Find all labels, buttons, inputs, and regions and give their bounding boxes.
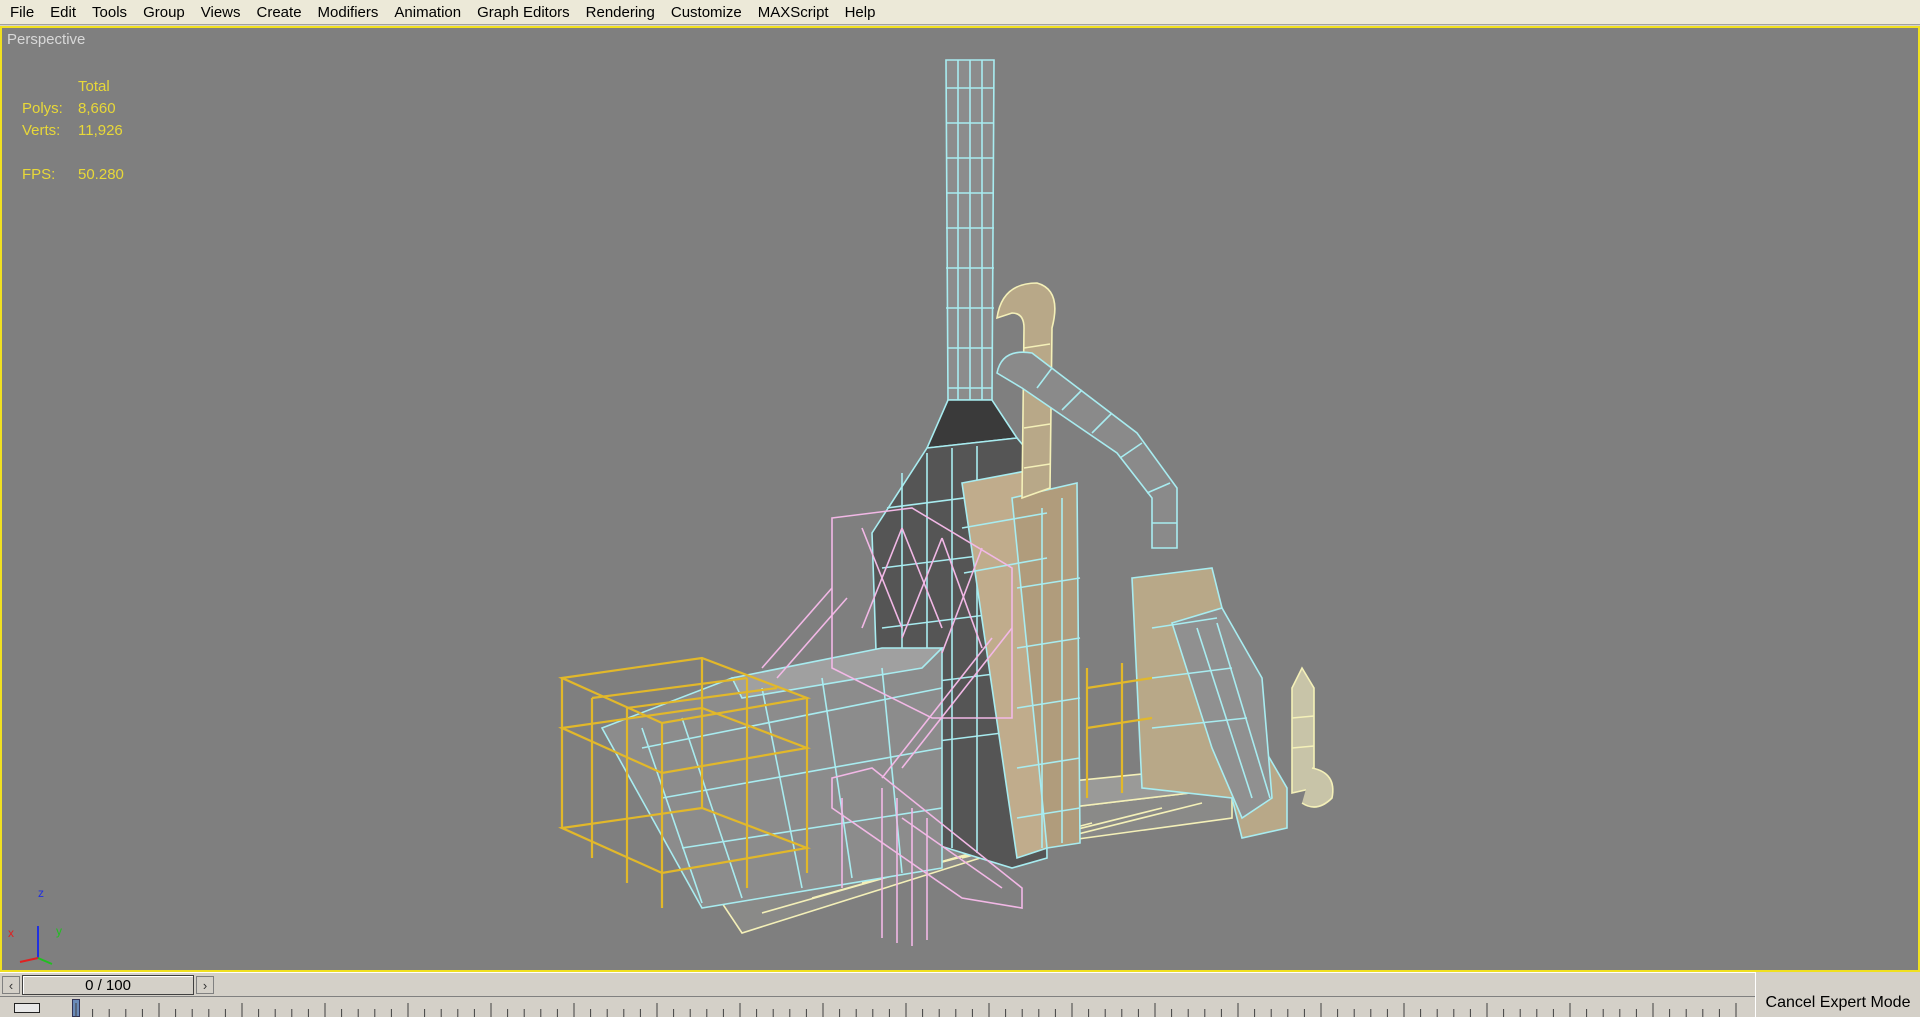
track-ticks	[75, 1003, 1737, 1017]
menu-maxscript[interactable]: MAXScript	[750, 0, 837, 25]
time-slider-bar: ‹ 0 / 100 ›	[0, 972, 1920, 996]
stats-overlay: Total Polys: 8,660 Verts: 11,926 FPS: 50.28…	[22, 76, 158, 186]
viewport-label[interactable]: Perspective	[7, 31, 85, 48]
axis-z-label: z	[38, 886, 44, 900]
axis-y-label: y	[56, 924, 62, 938]
polys-value: 8,660	[78, 100, 116, 117]
menu-customize[interactable]: Customize	[663, 0, 750, 25]
fps-label: FPS:	[22, 166, 56, 183]
menu-edit[interactable]: Edit	[42, 0, 84, 25]
axis-x-label: x	[8, 926, 14, 940]
track-bar[interactable]	[0, 996, 1755, 1017]
menu-create[interactable]: Create	[249, 0, 310, 25]
time-slider[interactable]: 0 / 100	[22, 975, 194, 995]
stats-header: Total	[78, 78, 110, 95]
menu-help[interactable]: Help	[837, 0, 884, 25]
chevron-right-icon[interactable]: ›	[196, 976, 214, 994]
menu-modifiers[interactable]: Modifiers	[310, 0, 387, 25]
polys-label: Polys:	[22, 100, 63, 117]
menu-file[interactable]: File	[2, 0, 42, 25]
verts-label: Verts:	[22, 122, 61, 139]
menu-bar: File Edit Tools Group Views Create Modif…	[0, 0, 1920, 25]
perspective-viewport[interactable]: Perspective Total Polys: 8,660 Verts: 11,9…	[0, 26, 1920, 972]
small-tank	[1291, 666, 1334, 808]
menu-animation[interactable]: Animation	[386, 0, 469, 25]
menu-views[interactable]: Views	[193, 0, 249, 25]
chimney-stack	[925, 59, 1019, 449]
axis-tripod-icon	[19, 926, 53, 965]
menu-group[interactable]: Group	[135, 0, 193, 25]
verts-value: 11,926	[78, 122, 123, 139]
cancel-expert-mode-button[interactable]: Cancel Expert Mode	[1755, 972, 1920, 1017]
menu-graph-editors[interactable]: Graph Editors	[469, 0, 578, 25]
scene-wireframe[interactable]	[2, 28, 1918, 970]
track-bar-toggle-icon[interactable]	[14, 1003, 40, 1013]
fps-value: 50.280	[78, 166, 124, 183]
chevron-left-icon[interactable]: ‹	[2, 976, 20, 994]
menu-tools[interactable]: Tools	[84, 0, 135, 25]
menu-rendering[interactable]: Rendering	[578, 0, 663, 25]
